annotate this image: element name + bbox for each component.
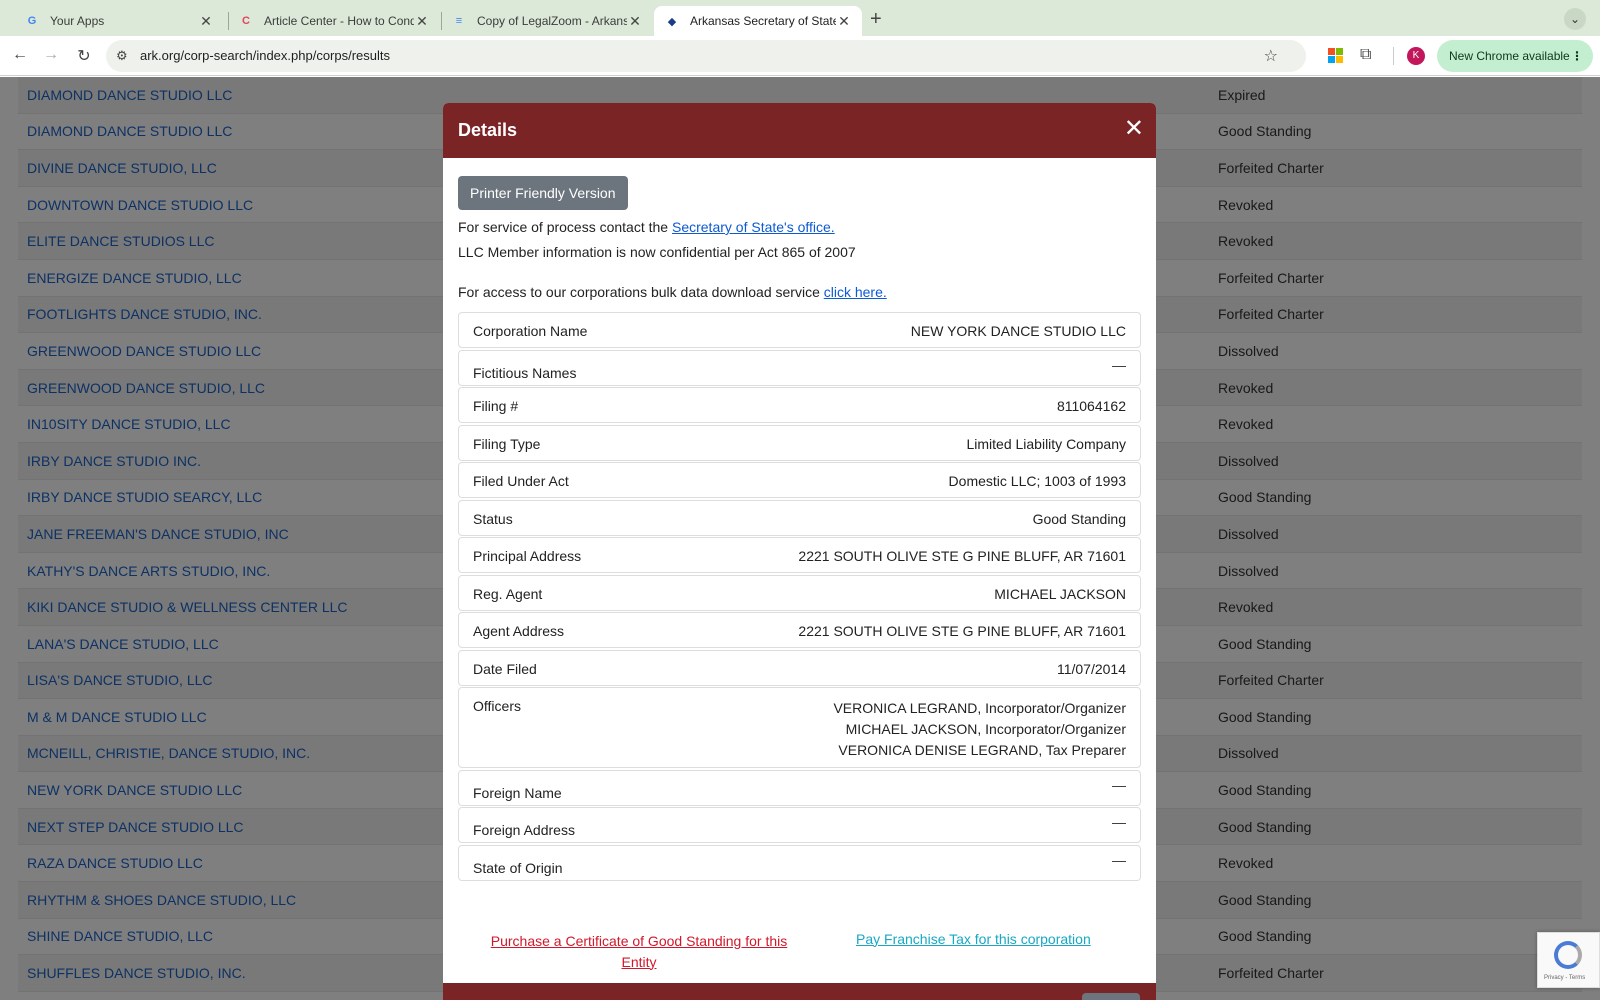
chevron-down-icon[interactable]: ⌄ — [1564, 8, 1586, 30]
field-label: Filing Type — [473, 435, 541, 452]
llc-notice: LLC Member information is now confidenti… — [458, 244, 856, 260]
tab-title: Arkansas Secretary of State — [690, 14, 836, 28]
field-label: Officers — [473, 698, 521, 714]
more-vert-icon: ⋮ — [1571, 49, 1583, 63]
field-value: — — [1112, 776, 1126, 793]
officer-entry: VERONICA LEGRAND, Incorporator/Organizer — [833, 700, 1126, 716]
microsoft-extension-icon[interactable] — [1328, 48, 1344, 64]
field-label: Foreign Address — [473, 822, 575, 838]
url-text: ark.org/corp-search/index.php/corps/resu… — [140, 48, 391, 63]
pay-franchise-tax-link[interactable]: Pay Franchise Tax for this corporation — [856, 931, 1091, 947]
close-icon[interactable]: ✕ — [414, 13, 430, 30]
printer-friendly-button[interactable]: Printer Friendly Version — [458, 176, 628, 210]
recaptcha-badge[interactable]: Privacy - Terms — [1537, 932, 1600, 988]
field-foreign-name: Foreign Name — — [458, 769, 1141, 806]
reload-icon[interactable]: ↻ — [74, 46, 94, 66]
docs-icon: ≡ — [455, 15, 463, 27]
field-label: Date Filed — [473, 660, 537, 677]
modal-title: Details — [458, 120, 518, 140]
bookmark-star-icon[interactable]: ☆ — [1264, 46, 1278, 66]
close-icon[interactable]: ✕ — [1124, 117, 1144, 141]
tab-your-apps[interactable]: G Your Apps ✕ — [14, 6, 224, 36]
service-process-line: For service of process contact the Secre… — [458, 219, 1141, 235]
officer-entry: MICHAEL JACKSON, Incorporator/Organizer — [845, 721, 1126, 737]
details-modal: Details ✕ Printer Friendly Version For s… — [443, 103, 1156, 1000]
bulk-text: For access to our corporations bulk data… — [458, 284, 820, 300]
google-icon: G — [27, 15, 37, 27]
field-label: Filing # — [473, 398, 519, 414]
extensions-puzzle-icon[interactable]: ⧉ — [1360, 46, 1371, 64]
tab-title: Article Center - How to Cond — [264, 14, 414, 28]
purchase-certificate-link[interactable]: Purchase a Certificate of Good Standing … — [474, 931, 804, 973]
address-bar[interactable]: ⚙ ark.org/corp-search/index.php/corps/re… — [106, 40, 1306, 72]
tab-title: Copy of LegalZoom - Arkansa — [477, 14, 627, 28]
field-value: — — [1112, 814, 1126, 830]
close-icon[interactable]: ✕ — [836, 13, 852, 30]
field-value: Good Standing — [1032, 510, 1126, 527]
forward-arrow-icon[interactable]: → — [41, 46, 61, 64]
field-value: 11/07/2014 — [1056, 660, 1126, 677]
arkansas-icon: ◆ — [667, 15, 677, 28]
field-value: 2221 SOUTH OLIVE STE G PINE BLUFF, AR 71… — [798, 623, 1126, 639]
field-officers: Officers VERONICA LEGRAND, Incorporator/… — [458, 687, 1141, 768]
field-label: Principal Address — [473, 548, 582, 564]
field-label: Agent Address — [473, 623, 565, 639]
officers-list: VERONICA LEGRAND, Incorporator/Organizer… — [833, 698, 1126, 761]
field-label: Fictitious Names — [473, 364, 577, 381]
service-text: For service of process contact the — [458, 219, 669, 235]
browser-tab-strip: G Your Apps ✕ C Article Center - How to … — [0, 0, 1600, 36]
chrome-update-label: New Chrome available — [1449, 49, 1570, 63]
bulk-data-link[interactable]: click here. — [824, 284, 887, 300]
modal-footer — [443, 983, 1156, 1000]
field-corporation-name: Corporation Name NEW YORK DANCE STUDIO L… — [458, 312, 1141, 348]
field-value: NEW YORK DANCE STUDIO LLC — [910, 323, 1126, 339]
field-agent-address: Agent Address 2221 SOUTH OLIVE STE G PIN… — [458, 612, 1141, 648]
field-value: — — [1112, 356, 1126, 373]
recaptcha-icon — [1554, 941, 1582, 969]
details-table: Corporation Name NEW YORK DANCE STUDIO L… — [458, 312, 1141, 881]
field-foreign-address: Foreign Address — — [458, 807, 1141, 843]
field-filing-number: Filing # 811064162 — [458, 387, 1141, 423]
field-label: Reg. Agent — [473, 585, 543, 602]
field-value: 2221 SOUTH OLIVE STE G PINE BLUFF, AR 71… — [798, 548, 1126, 564]
avatar[interactable]: K — [1407, 47, 1425, 65]
field-principal-address: Principal Address 2221 SOUTH OLIVE STE G… — [458, 537, 1141, 573]
field-date-filed: Date Filed 11/07/2014 — [458, 649, 1141, 686]
bulk-data-line: For access to our corporations bulk data… — [458, 284, 1141, 300]
close-icon[interactable]: ✕ — [627, 13, 643, 30]
article-center-icon: C — [242, 15, 250, 27]
secretary-of-state-link[interactable]: Secretary of State's office. — [672, 219, 835, 235]
toolbar-divider — [1393, 47, 1394, 65]
field-value: Limited Liability Company — [966, 435, 1126, 452]
officer-entry: VERONICA DENISE LEGRAND, Tax Preparer — [838, 742, 1126, 758]
field-label: Foreign Name — [473, 784, 562, 801]
back-arrow-icon[interactable]: ← — [10, 46, 30, 64]
field-fictitious-names: Fictitious Names — — [458, 349, 1141, 386]
new-tab-icon[interactable]: + — [870, 8, 882, 31]
close-icon[interactable]: ✕ — [198, 13, 214, 30]
field-filed-under-act: Filed Under Act Domestic LLC; 1003 of 19… — [458, 462, 1141, 498]
field-state-of-origin: State of Origin — — [458, 844, 1141, 881]
modal-header: Details ✕ — [443, 103, 1156, 158]
field-reg-agent: Reg. Agent MICHAEL JACKSON — [458, 574, 1141, 611]
tab-legalzoom-doc[interactable]: ≡ Copy of LegalZoom - Arkansa ✕ — [441, 6, 653, 36]
field-status: Status Good Standing — [458, 499, 1141, 536]
field-value: 811064162 — [1056, 398, 1126, 414]
close-button[interactable] — [1082, 993, 1140, 1000]
field-value: Domestic LLC; 1003 of 1993 — [948, 473, 1126, 489]
tab-article-center[interactable]: C Article Center - How to Cond ✕ — [228, 6, 440, 36]
modal-body: Printer Friendly Version For service of … — [443, 158, 1156, 1000]
field-label: State of Origin — [473, 859, 563, 876]
field-value: — — [1112, 851, 1126, 868]
field-label: Corporation Name — [473, 323, 588, 339]
tab-title: Your Apps — [50, 14, 105, 28]
field-label: Status — [473, 510, 513, 527]
chrome-update-button[interactable]: New Chrome available ⋮ — [1437, 40, 1593, 72]
site-info-icon[interactable]: ⚙ — [116, 48, 128, 64]
field-value: MICHAEL JACKSON — [994, 585, 1126, 602]
field-label: Filed Under Act — [473, 473, 569, 489]
field-filing-type: Filing Type Limited Liability Company — [458, 424, 1141, 461]
recaptcha-text: Privacy - Terms — [1544, 975, 1586, 981]
tab-arkansas-sos[interactable]: ◆ Arkansas Secretary of State ✕ — [654, 6, 862, 36]
